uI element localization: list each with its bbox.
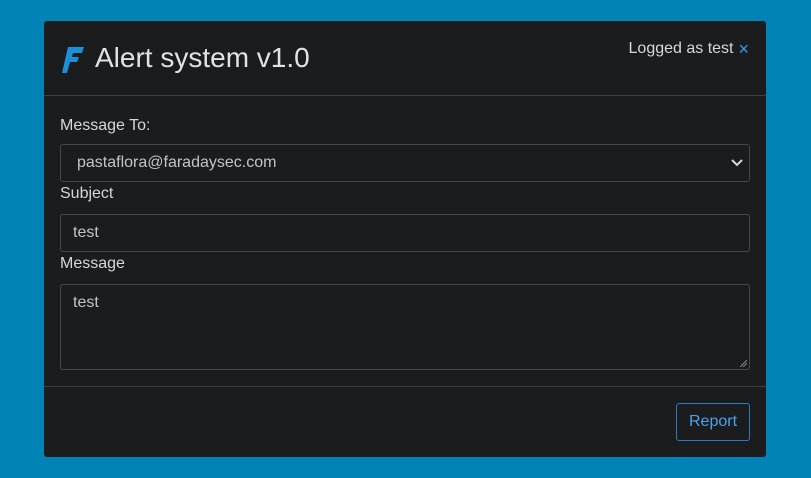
subject-label: Subject [60,185,114,202]
modal-header: Alert system v1.0 Logged as test × [44,21,766,96]
recipient-select[interactable]: pastaflora@faradaysec.com [60,144,750,182]
chevron-down-icon [731,159,743,167]
message-textarea-value: test [73,294,99,311]
recipient-select-value: pastaflora@faradaysec.com [77,154,277,171]
subject-input-value: test [73,224,99,241]
message-to-label: Message To: [60,117,151,134]
login-status: Logged as test × [629,40,749,58]
resize-grip-icon[interactable] [740,360,747,367]
close-icon[interactable]: × [738,40,749,58]
alert-modal: Alert system v1.0 Logged as test × Messa… [44,21,766,457]
message-textarea[interactable]: test [60,284,750,370]
page-title: Alert system v1.0 [95,42,310,73]
login-status-text: Logged as test [628,40,734,57]
subject-input[interactable]: test [60,214,750,252]
faraday-logo-icon [62,47,84,73]
report-button[interactable]: Report [676,403,750,441]
message-label: Message [60,255,125,272]
